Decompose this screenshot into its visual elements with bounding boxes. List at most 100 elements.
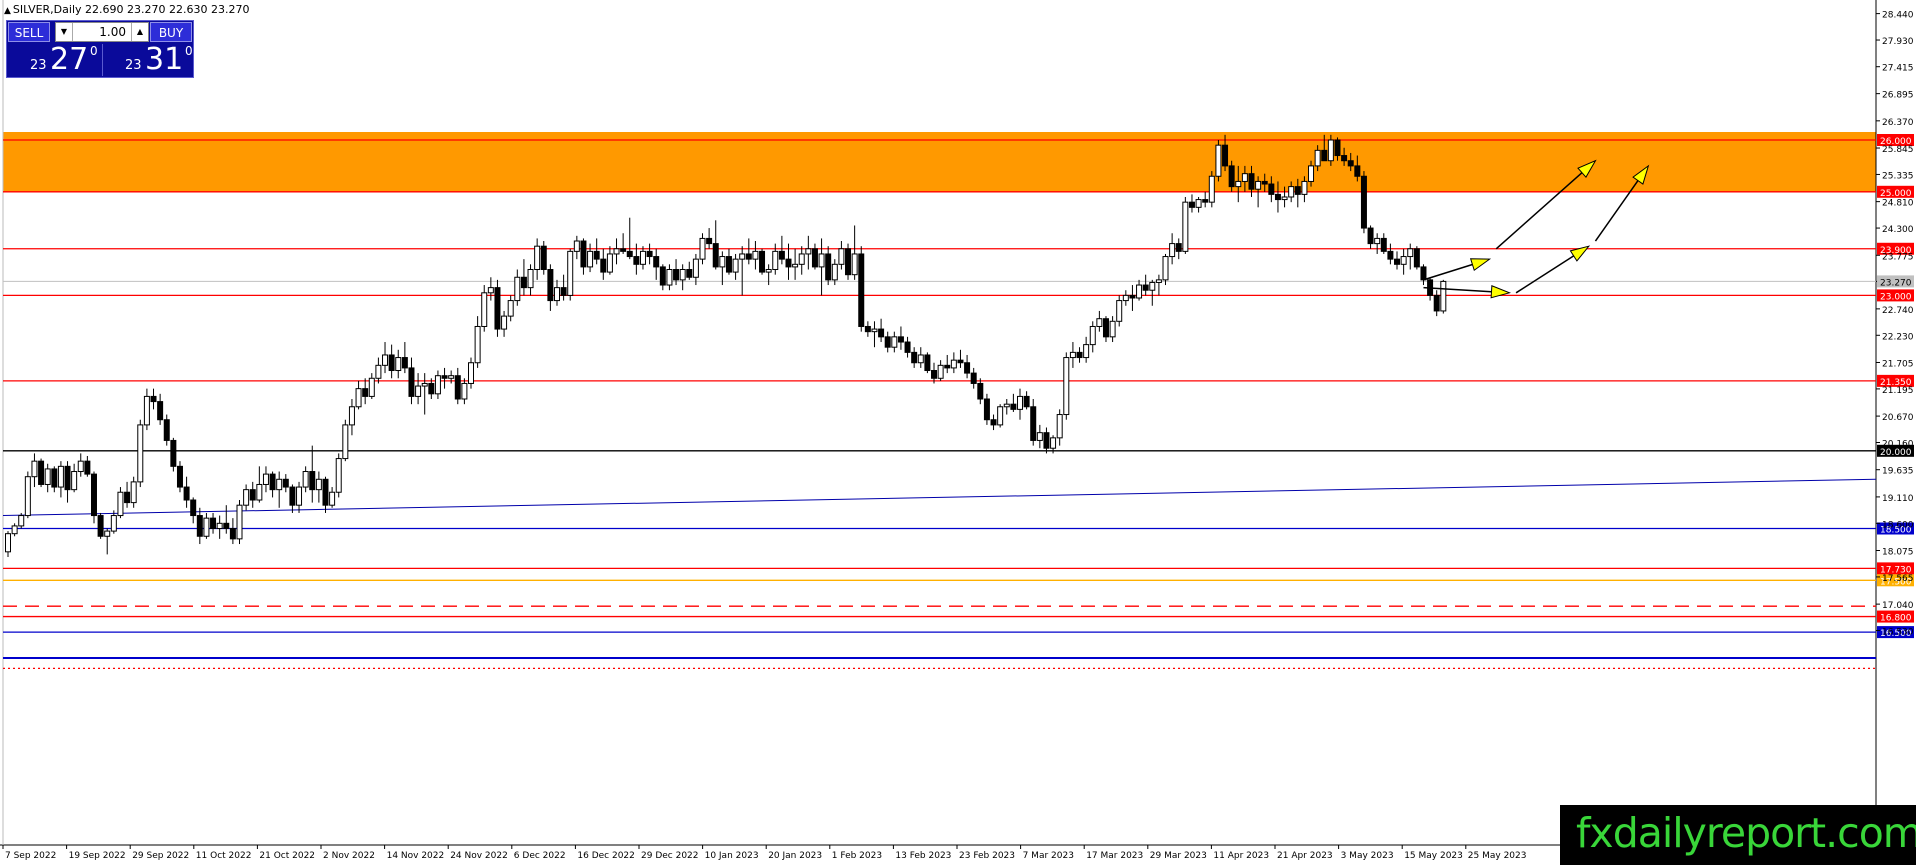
candle: [1380, 233, 1387, 254]
time-axis: 7 Sep 2022 19 Sep 2022 29 Sep 2022 11 Oct 2…: [2, 845, 1526, 861]
time-tick-label: 29 Dec 2022: [641, 851, 699, 861]
candle: [501, 310, 508, 337]
candle: [507, 295, 514, 322]
candle: [395, 349, 402, 379]
bear-candle-body: [97, 515, 104, 537]
candle: [322, 476, 329, 513]
bear-candle-body: [864, 325, 871, 333]
candle: [143, 388, 150, 431]
lot-spinner-icon[interactable]: ▲: [131, 23, 148, 41]
time-tick-label: 11 Oct 2022: [196, 851, 252, 861]
buy-button[interactable]: BUY: [150, 22, 192, 42]
bear-candle-body: [673, 269, 680, 281]
bull-candle-body: [752, 250, 759, 260]
candle: [911, 347, 918, 368]
candle: [620, 233, 627, 254]
candle: [1182, 196, 1189, 254]
candle: [792, 248, 799, 280]
price-tick-label: 16.530: [1882, 628, 1914, 638]
price-tick-label: 19.110: [1882, 494, 1914, 504]
bear-candle-body: [196, 515, 203, 537]
bear-candle-body: [1413, 248, 1420, 268]
brand-watermark: fxdailyreport.com: [1560, 805, 1916, 865]
lot-size-value[interactable]: 1.00: [99, 23, 126, 41]
candle: [659, 264, 666, 291]
candle: [1374, 233, 1381, 254]
candle: [421, 373, 428, 415]
bear-candle-body: [686, 269, 693, 278]
bear-candle-body: [494, 287, 501, 330]
sell-button[interactable]: SELL: [8, 22, 50, 42]
bull-candle-body: [1149, 281, 1156, 291]
candle: [553, 279, 560, 306]
candle: [1188, 194, 1195, 213]
bear-candle-body: [1102, 318, 1109, 338]
bear-candle-body: [1202, 199, 1209, 203]
bear-candle-body: [176, 465, 183, 488]
price-tick-label: 27.930: [1882, 37, 1914, 47]
sell-price[interactable]: 23 27 0: [8, 42, 99, 77]
bull-candle-body: [501, 315, 508, 330]
price-tick-label: 25.335: [1882, 171, 1914, 181]
bull-candle-body: [765, 269, 772, 273]
bull-candle-body: [468, 362, 475, 384]
lot-dropdown-icon[interactable]: ▼: [56, 23, 73, 41]
bull-candle-body: [1063, 357, 1070, 416]
candle: [732, 253, 739, 280]
price-chart[interactable]: 26.00025.00023.90023.00021.35020.00018.5…: [0, 0, 1916, 865]
forecast-arrow-shaft: [1423, 263, 1473, 281]
candle: [382, 342, 389, 374]
bull-candle-body: [434, 375, 441, 395]
candle: [461, 378, 468, 405]
lot-size-field[interactable]: ▼ 1.00 ▲: [55, 22, 149, 42]
bear-candle-body: [90, 473, 97, 517]
price-tick-label: 21.195: [1882, 386, 1914, 396]
price-tick-label: 26.895: [1882, 91, 1914, 101]
bear-candle-body: [1380, 237, 1387, 252]
candle: [1175, 238, 1182, 260]
candle: [904, 336, 911, 358]
bear-candle-body: [904, 341, 911, 353]
bull-candle-body: [1288, 186, 1295, 198]
bear-candle-body: [957, 359, 964, 364]
price-tick-label: 20.670: [1882, 413, 1914, 423]
bear-candle-body: [778, 250, 785, 260]
bear-candle-body: [858, 253, 865, 327]
candle: [891, 331, 898, 353]
candle: [540, 241, 547, 275]
bull-candle-body: [448, 375, 455, 379]
candle: [1043, 427, 1050, 454]
one-click-trading-panel: SELL ▼ 1.00 ▲ BUY 23 27 0 23 31 0: [6, 20, 194, 78]
bear-candle-body: [712, 243, 719, 268]
candle: [170, 437, 177, 472]
bear-candle-body: [580, 240, 587, 268]
bull-candle-body: [5, 533, 11, 553]
bull-candle-body: [329, 491, 336, 506]
bull-candle-body: [772, 250, 779, 270]
candle: [64, 461, 71, 503]
bear-candle-body: [759, 250, 766, 273]
time-tick-label: 3 May 2023: [1341, 851, 1394, 861]
price-tick-label: 22.740: [1882, 306, 1914, 316]
buy-price[interactable]: 23 31 0: [102, 42, 194, 77]
candle: [884, 331, 891, 353]
bull-candle-body: [1050, 437, 1057, 449]
candle: [1023, 391, 1030, 410]
bull-candle-body: [950, 359, 957, 369]
bull-candle-body: [1241, 173, 1248, 182]
bull-candle-body: [31, 460, 38, 478]
bull-candle-body: [1400, 256, 1407, 265]
candle: [1122, 290, 1129, 306]
bear-candle-body: [223, 522, 230, 530]
collapse-triangle-icon[interactable]: ▲: [4, 6, 11, 16]
candle: [977, 378, 984, 405]
time-tick-label: 10 Jan 2023: [705, 851, 759, 861]
bull-candle-body: [567, 250, 574, 296]
candle: [752, 241, 759, 270]
bear-candle-body: [1394, 258, 1401, 265]
bear-candle-body: [540, 245, 547, 271]
candle: [957, 349, 964, 368]
bull-candle-body: [71, 471, 78, 491]
bear-candle-body: [600, 258, 607, 273]
bull-candle-body: [1036, 432, 1043, 441]
